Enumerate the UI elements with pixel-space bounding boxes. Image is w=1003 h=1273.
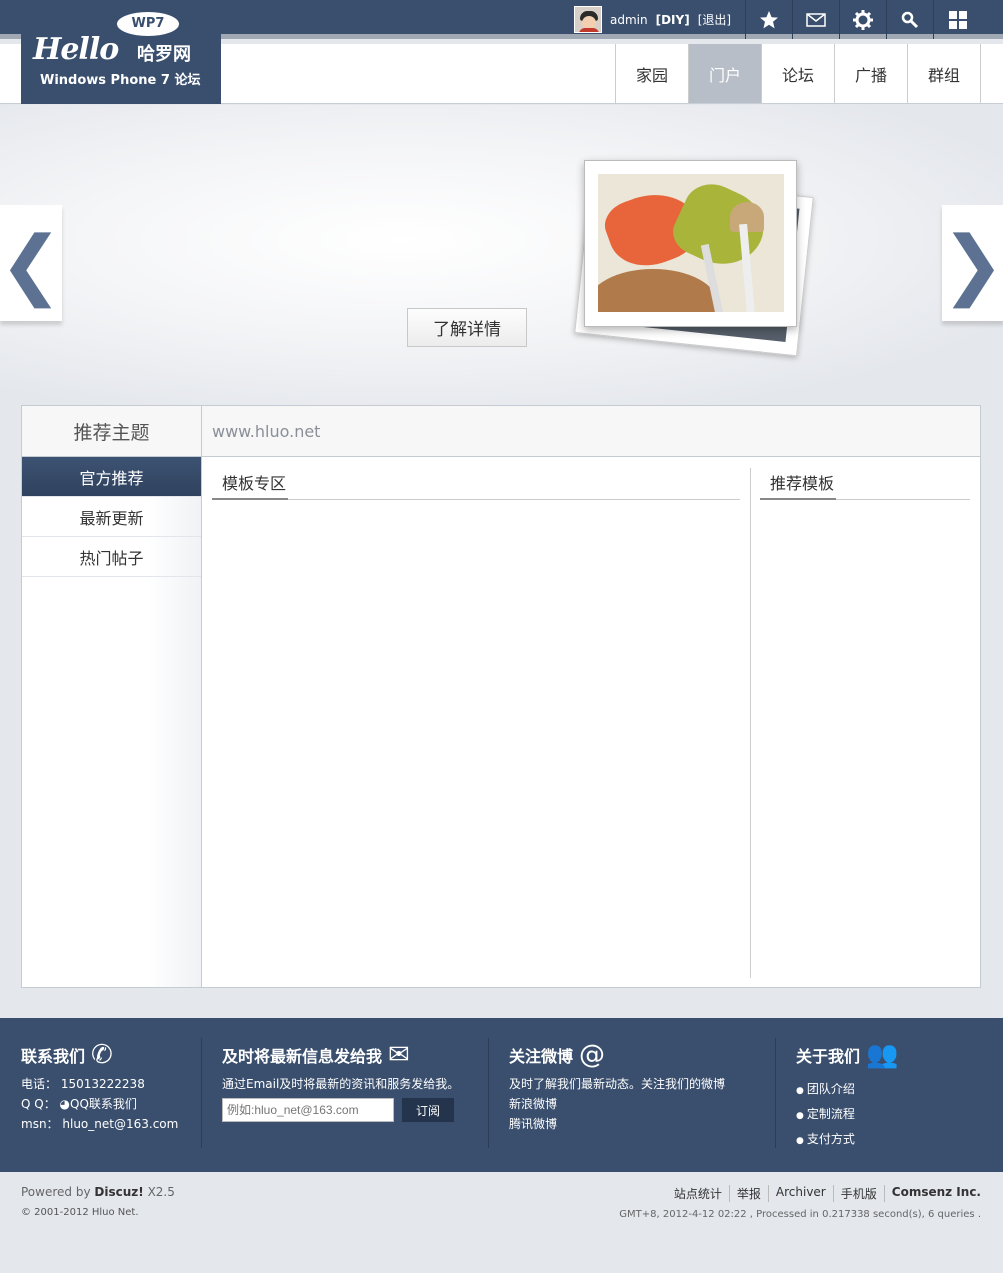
apps-button[interactable] [933,0,1003,39]
processed-info: GMT+8, 2012-4-12 02:22 , Processed in 0.… [619,1209,981,1220]
banner-slider: ❮ ❯ 了解详情 [0,105,1003,405]
grid-icon [949,10,967,29]
archiver-link[interactable]: Archiver [767,1185,833,1202]
logo-subtitle: Windows Phone 7 论坛 [40,73,201,88]
contact-phone-line: 电话： 15013222238 [21,1076,178,1092]
weibo-column: 关注微博 @ 及时了解我们最新动态。关注我们的微博 新浪微博 腾讯微博 [509,1038,725,1132]
banner-image[interactable] [584,160,797,327]
tab-official[interactable]: 官方推荐 [22,457,201,497]
at-icon: @ [579,1040,606,1070]
powered-by: Powered by Discuz! X2.5 [21,1185,175,1199]
footer-divider [775,1038,776,1148]
learn-more-button[interactable]: 了解详情 [407,308,527,347]
star-icon [760,10,778,28]
phone-number: 15013222238 [60,1077,145,1091]
phone-label: 电话： [21,1077,58,1091]
subscribe-button[interactable]: 订阅 [402,1098,454,1122]
weibo-sina-link[interactable]: 新浪微博 [509,1096,725,1112]
logo-cn-name: 哈罗网 [137,44,191,65]
envelope-icon: ✉ [388,1040,410,1070]
nav-item-broadcast[interactable]: 广播 [835,44,908,103]
username-link[interactable]: admin [610,13,648,27]
next-arrow-button[interactable]: ❯ [941,205,1003,321]
diy-link[interactable]: [DIY] [656,13,690,27]
chevron-left-icon: ❮ [0,218,63,308]
contact-title: 联系我们 [21,1047,86,1066]
users-icon: 👥 [866,1040,899,1070]
nav-item-home[interactable]: 家园 [616,44,689,103]
report-link[interactable]: 举报 [728,1185,768,1202]
search-button[interactable] [886,0,933,39]
subscribe-title: 及时将最新信息发给我 [222,1047,383,1066]
footer-divider [201,1038,202,1148]
recommend-sidebar: 推荐主题 官方推荐 最新更新 热门帖子 [22,406,202,987]
nav-item-forum[interactable]: 论坛 [762,44,835,103]
comsenz-link[interactable]: Comsenz Inc. [883,1185,981,1202]
stats-link[interactable]: 站点统计 [667,1185,729,1202]
main-nav: 家园 门户 论坛 广播 群组 [615,44,981,104]
powered-prefix: Powered by [21,1185,91,1199]
recommend-panel: 推荐主题 官方推荐 最新更新 热门帖子 www.hluo.net 模板专区 推荐… [21,405,981,988]
favorite-button[interactable] [745,0,792,39]
search-icon [901,11,919,28]
email-field[interactable] [222,1098,394,1122]
qq-link[interactable]: QQ联系我们 [70,1097,137,1111]
weibo-title: 关注微博 [509,1047,574,1066]
section-templates-title: 模板专区 [212,474,289,500]
sidebar-title: 推荐主题 [22,406,201,457]
tab-hot[interactable]: 热门帖子 [22,537,201,577]
chevron-right-icon: ❯ [941,218,1003,308]
about-custom-link[interactable]: 定制流程 [796,1105,898,1122]
copyright: © 2001-2012 Hluo Net. [21,1207,139,1218]
about-title: 关于我们 [796,1047,861,1066]
weibo-desc: 及时了解我们最新动态。关注我们的微博 [509,1077,726,1091]
mail-icon [806,12,826,27]
site-url: www.hluo.net [202,406,980,457]
phone-icon: ✆ [91,1040,113,1070]
logout-link[interactable]: [退出] [698,11,731,28]
nav-item-portal[interactable]: 门户 [689,44,762,103]
nav-item-group[interactable]: 群组 [908,44,981,103]
qq-icon: ◕ [59,1097,71,1111]
discuz-link[interactable]: Discuz! [94,1185,143,1199]
msn-label: msn： [21,1117,59,1131]
qq-label: Q Q： [21,1097,56,1111]
site-logo[interactable]: WP7 Hello 哈罗网 Windows Phone 7 论坛 [21,0,221,104]
gear-icon [853,9,873,30]
user-info: admin [DIY] [退出] [574,6,731,33]
logo-badge: WP7 [117,12,179,36]
column-divider [750,468,751,978]
contact-heading: 联系我们 ✆ [21,1038,178,1072]
tab-latest[interactable]: 最新更新 [22,497,201,537]
contact-column: 联系我们 ✆ 电话： 15013222238 Q Q： ◕QQ联系我们 msn： … [21,1038,178,1132]
section-recommended: 推荐模板 [760,470,970,500]
about-team-link[interactable]: 团队介绍 [796,1080,898,1097]
subscribe-heading: 及时将最新信息发给我 ✉ [222,1038,459,1072]
powered-version: X2.5 [147,1185,175,1199]
footer-links: 站点统计 举报 Archiver 手机版 Comsenz Inc. [667,1185,981,1202]
footer-divider [488,1038,489,1148]
weibo-heading: 关注微博 @ [509,1038,725,1072]
message-button[interactable] [792,0,839,39]
about-column: 关于我们 👥 团队介绍 定制流程 支付方式 [796,1038,898,1147]
prev-arrow-button[interactable]: ❮ [0,205,63,321]
about-heading: 关于我们 👥 [796,1038,898,1072]
about-payment-link[interactable]: 支付方式 [796,1130,898,1147]
subscribe-column: 及时将最新信息发给我 ✉ 通过Email及时将最新的资讯和服务发给我。 订阅 [222,1038,459,1122]
avatar[interactable] [574,6,602,33]
contact-qq-line: Q Q： ◕QQ联系我们 [21,1096,178,1112]
weibo-tencent-link[interactable]: 腾讯微博 [509,1116,725,1132]
logo-hello: Hello [33,32,119,67]
subscribe-desc: 通过Email及时将最新的资讯和服务发给我。 [222,1077,460,1091]
footer: 联系我们 ✆ 电话： 15013222238 Q Q： ◕QQ联系我们 msn： … [0,1018,1003,1172]
subscribe-form: 订阅 [222,1098,459,1122]
bottom-bar: Powered by Discuz! X2.5 © 2001-2012 Hluo… [0,1172,1003,1273]
msn-address: hluo_net@163.com [62,1117,179,1131]
section-recommended-title: 推荐模板 [760,474,837,500]
contact-msn-line: msn： hluo_net@163.com [21,1116,178,1132]
settings-button[interactable] [839,0,886,39]
mobile-link[interactable]: 手机版 [832,1185,884,1202]
about-links: 团队介绍 定制流程 支付方式 [796,1080,898,1147]
section-templates: 模板专区 [212,470,740,500]
